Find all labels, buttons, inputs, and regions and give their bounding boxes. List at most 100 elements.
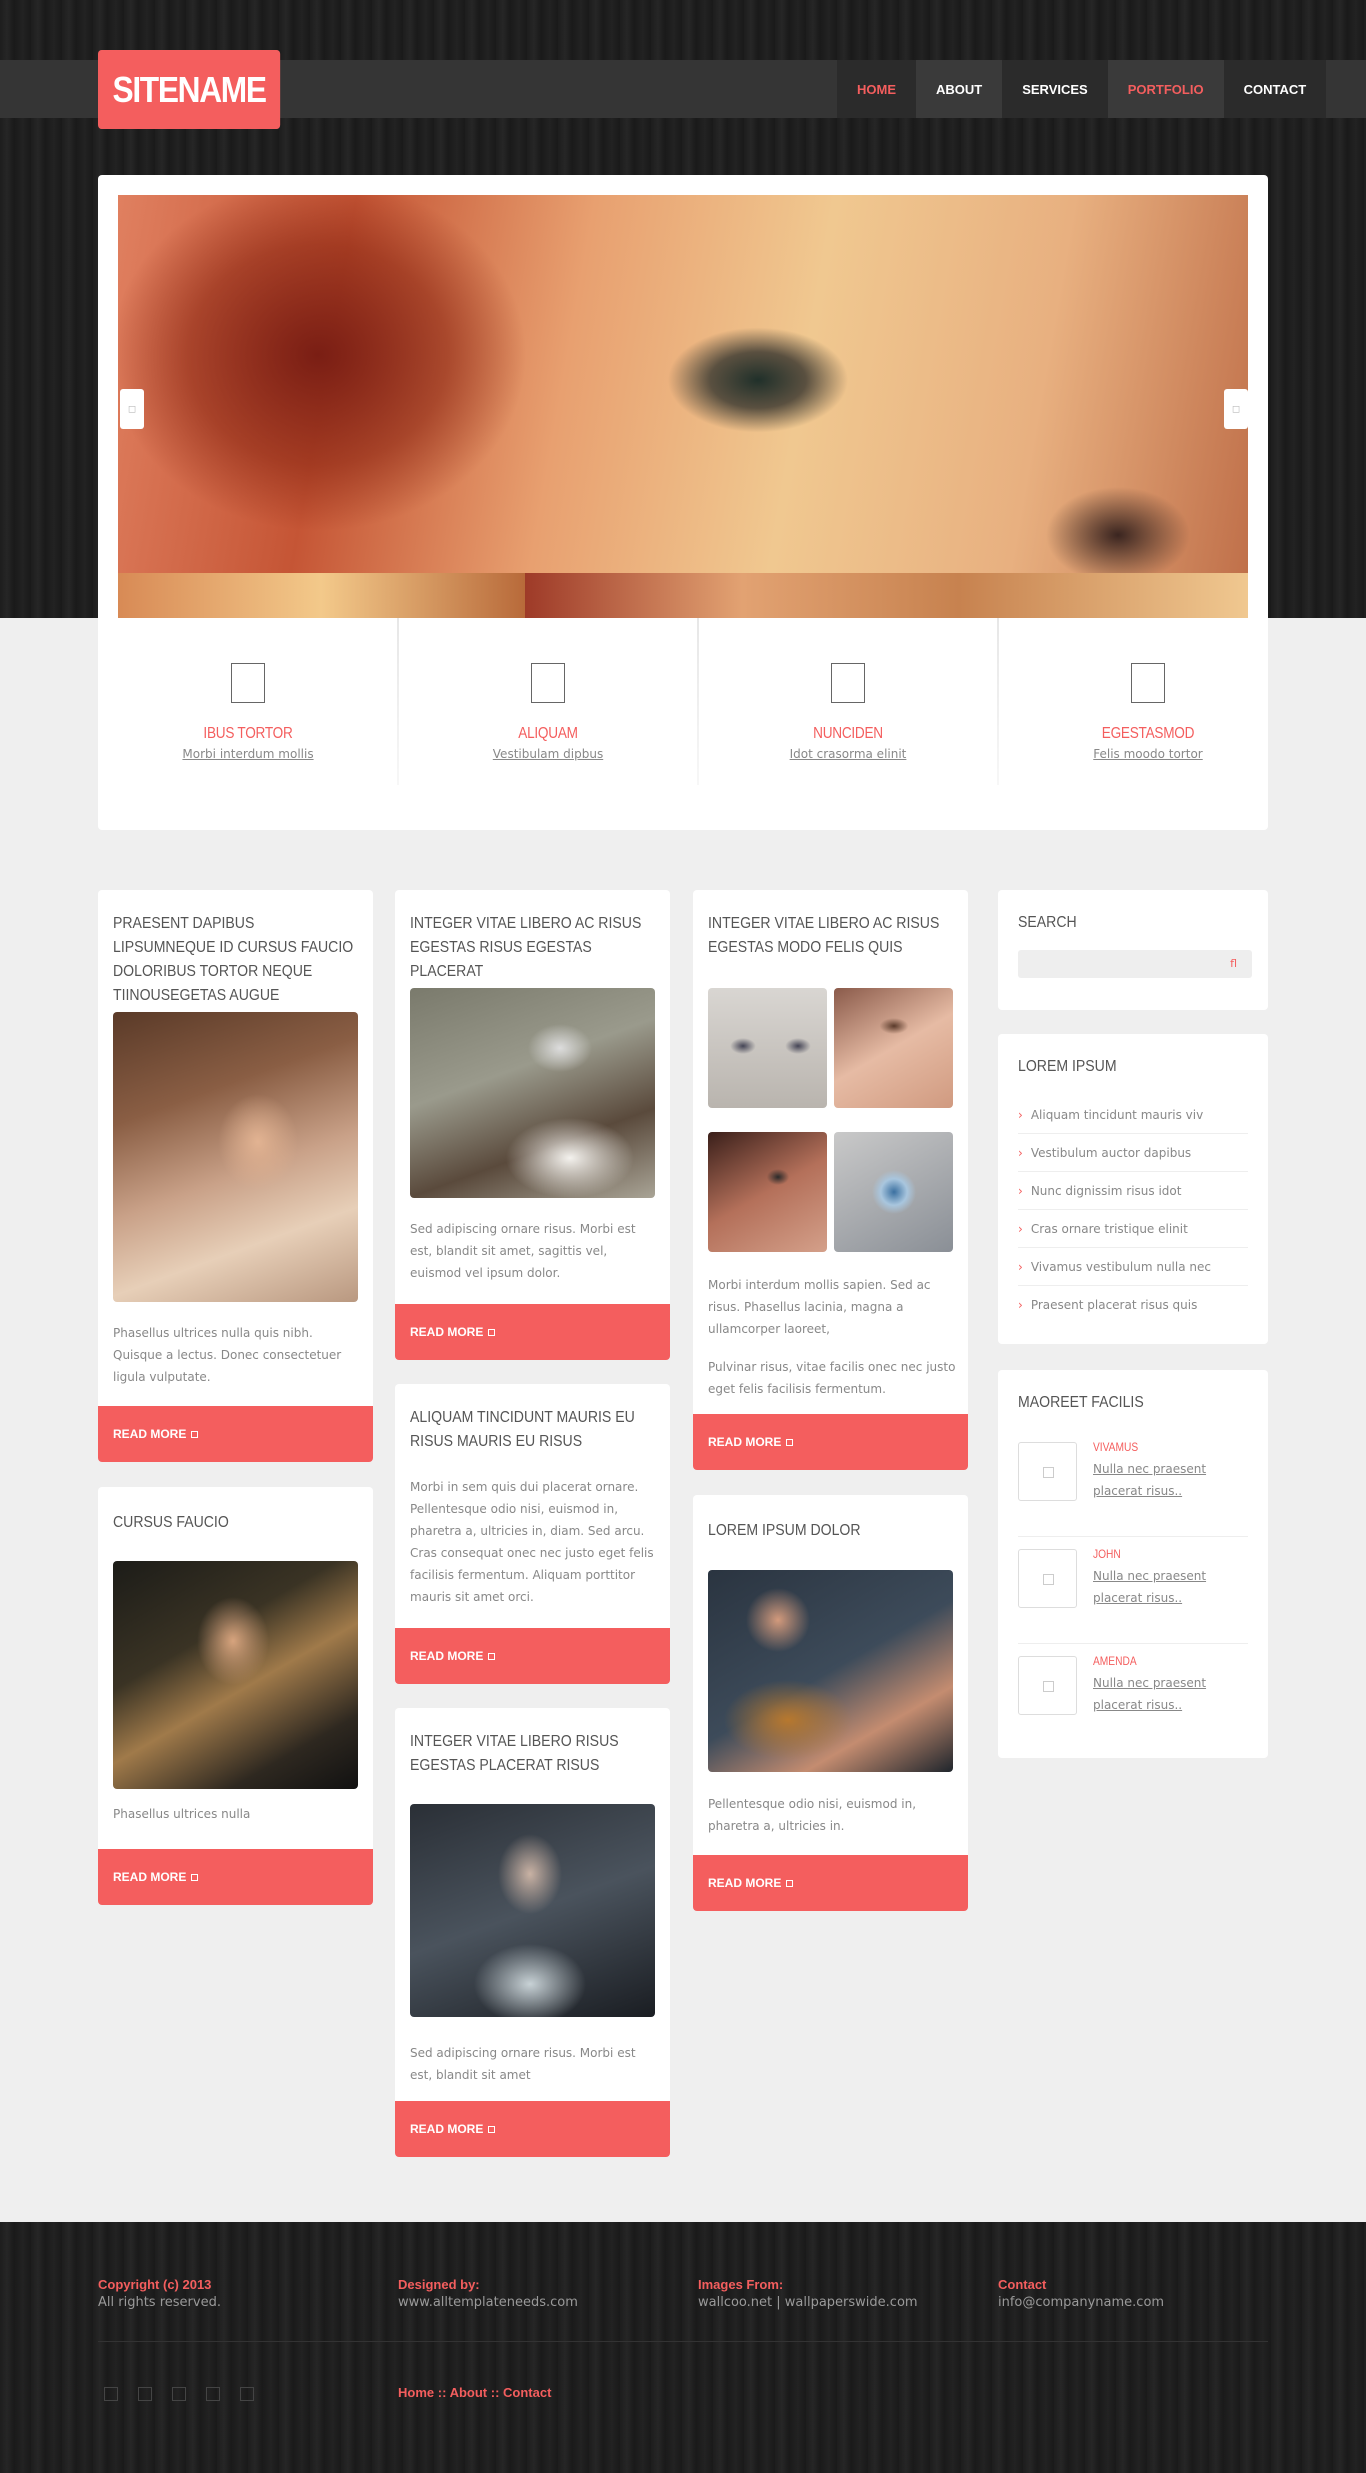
slider-image xyxy=(118,195,1248,573)
post-title[interactable]: INTEGER VITAE LIBERO AC RISUS EGESTAS RI… xyxy=(410,912,656,984)
feature-title: EGESTASMOD xyxy=(1101,725,1195,742)
post-excerpt: Phasellus ultrices nulla xyxy=(113,1807,251,1821)
list-item[interactable]: › Nunc dignissim risus idot xyxy=(1018,1172,1248,1210)
list-item[interactable]: › Vivamus vestibulum nulla nec xyxy=(1018,1248,1248,1286)
slider-thumbnail[interactable] xyxy=(525,573,1248,618)
feature-link[interactable]: Vestibulam dipbus xyxy=(398,747,698,761)
slider-thumbnail[interactable] xyxy=(118,573,525,618)
nav-contact[interactable]: CONTACT xyxy=(1223,60,1327,118)
list-item[interactable]: › Cras ornare tristique elinit xyxy=(1018,1210,1248,1248)
feature-icon xyxy=(231,663,265,703)
footer-link-home[interactable]: Home xyxy=(398,2385,434,2400)
chevron-right-icon: › xyxy=(1018,1259,1023,1274)
linkedin-icon[interactable] xyxy=(206,2387,220,2401)
read-more-button[interactable]: READ MORE xyxy=(395,1628,670,1684)
search-icon[interactable]: fl xyxy=(1230,957,1237,970)
twitter-icon[interactable] xyxy=(138,2387,152,2401)
post-title[interactable]: PRAESENT DAPIBUS LIPSUMNEQUE ID CURSUS F… xyxy=(113,912,359,1008)
post-image[interactable] xyxy=(113,1012,358,1302)
gallery-image[interactable] xyxy=(708,1132,827,1252)
read-more-button[interactable]: READ MORE xyxy=(395,2101,670,2157)
post-title[interactable]: LOREM IPSUM DOLOR xyxy=(708,1519,954,1543)
read-more-label: READ MORE xyxy=(113,1427,187,1441)
nav-home[interactable]: HOME xyxy=(837,60,916,118)
list-item[interactable]: › Praesent placerat risus quis xyxy=(1018,1286,1248,1324)
gallery-image[interactable] xyxy=(708,988,827,1108)
footer-link[interactable]: www.alltemplateneeds.com xyxy=(398,2295,678,2310)
feature-title: IBUS TORTOR xyxy=(203,725,293,742)
post-image[interactable] xyxy=(113,1561,358,1789)
person-link[interactable]: Nulla nec praesent placerat risus.. xyxy=(1093,1672,1223,1716)
arrow-icon xyxy=(488,1328,496,1336)
arrow-icon xyxy=(786,1438,794,1446)
avatar-placeholder-icon xyxy=(1043,1467,1054,1478)
gallery-image[interactable] xyxy=(834,1132,953,1252)
list-item[interactable]: › Aliquam tincidunt mauris viv xyxy=(1018,1096,1248,1134)
read-more-button[interactable]: READ MORE xyxy=(395,1304,670,1360)
post-excerpt: Pellentesque odio nisi, euismod in, phar… xyxy=(708,1797,917,1833)
post-card: ALIQUAM TINCIDUNT MAURIS EU RISUS MAURIS… xyxy=(395,1384,670,1684)
slider-next-button[interactable]: ◻ xyxy=(1224,389,1248,429)
list-item[interactable]: › Vestibulum auctor dapibus xyxy=(1018,1134,1248,1172)
post-image[interactable] xyxy=(410,988,655,1198)
read-more-button[interactable]: READ MORE xyxy=(98,1849,373,1905)
feature-icon xyxy=(531,663,565,703)
footer-link-contact[interactable]: Contact xyxy=(503,2385,551,2400)
person-link[interactable]: Nulla nec praesent placerat risus.. xyxy=(1093,1458,1223,1502)
gallery-image[interactable] xyxy=(834,988,953,1108)
arrow-icon xyxy=(488,1652,496,1660)
post-title[interactable]: INTEGER VITAE LIBERO RISUS EGESTAS PLACE… xyxy=(410,1730,656,1778)
facebook-icon[interactable] xyxy=(104,2387,118,2401)
google-plus-icon[interactable] xyxy=(172,2387,186,2401)
footer-link[interactable]: wallcoo.net | wallpaperswide.com xyxy=(698,2295,978,2310)
footer: Copyright (c) 2013 All rights reserved. … xyxy=(0,2222,1366,2473)
feature-link[interactable]: Idot crasorma elinit xyxy=(698,747,998,761)
feature-link[interactable]: Felis moodo tortor xyxy=(998,747,1298,761)
post-title[interactable]: INTEGER VITAE LIBERO AC RISUS EGESTAS MO… xyxy=(708,912,954,960)
nav-portfolio[interactable]: PORTFOLIO xyxy=(1107,60,1224,118)
read-more-button[interactable]: READ MORE xyxy=(693,1414,968,1470)
post-card: INTEGER VITAE LIBERO RISUS EGESTAS PLACE… xyxy=(395,1708,670,2157)
feature-title: NUNCIDEN xyxy=(813,725,883,742)
read-more-label: READ MORE xyxy=(708,1435,782,1449)
main-nav: HOME ABOUT SERVICES PORTFOLIO CONTACT xyxy=(837,60,1327,118)
footer-designed-by: Designed by: www.alltemplateneeds.com xyxy=(398,2277,678,2310)
post-excerpt: Pulvinar risus, vitae facilis onec nec j… xyxy=(708,1360,956,1396)
read-more-button[interactable]: READ MORE xyxy=(693,1855,968,1911)
footer-heading: Images From: xyxy=(698,2277,784,2292)
post-title[interactable]: CURSUS FAUCIO xyxy=(113,1511,359,1535)
footer-email[interactable]: info@companyname.com xyxy=(998,2295,1278,2310)
feature-icon xyxy=(1131,663,1165,703)
person-link[interactable]: Nulla nec praesent placerat risus.. xyxy=(1093,1565,1223,1609)
testimonial-item: VIVAMUS Nulla nec praesent placerat risu… xyxy=(1018,1430,1248,1537)
feature-link[interactable]: Morbi interdum mollis xyxy=(98,747,398,761)
feature-item: ALIQUAM Vestibulam dipbus xyxy=(398,618,699,785)
testimonial-item: AMENDA Nulla nec praesent placerat risus… xyxy=(1018,1644,1248,1751)
post-card: INTEGER VITAE LIBERO AC RISUS EGESTAS RI… xyxy=(395,890,670,1360)
widget-title: LOREM IPSUM xyxy=(1018,1058,1117,1075)
nav-about[interactable]: ABOUT xyxy=(916,60,1003,118)
read-more-label: READ MORE xyxy=(113,1870,187,1884)
post-card: LOREM IPSUM DOLOR Pellentesque odio nisi… xyxy=(693,1495,968,1911)
footer-link-about[interactable]: About xyxy=(450,2385,488,2400)
post-card: PRAESENT DAPIBUS LIPSUMNEQUE ID CURSUS F… xyxy=(98,890,373,1462)
read-more-button[interactable]: READ MORE xyxy=(98,1406,373,1462)
chevron-right-icon: › xyxy=(1018,1107,1023,1122)
footer-heading: Contact xyxy=(998,2277,1047,2292)
search-widget: SEARCH fl xyxy=(998,890,1268,1010)
slider-prev-button[interactable]: ◻ xyxy=(120,389,144,429)
search-input[interactable] xyxy=(1018,950,1252,978)
post-image[interactable] xyxy=(410,1804,655,2017)
footer-text: All rights reserved. xyxy=(98,2295,221,2310)
footer-link-separator: :: xyxy=(490,2385,500,2400)
footer-link-separator: :: xyxy=(437,2385,447,2400)
chevron-right-icon: › xyxy=(1018,1298,1023,1312)
person-name: JOHN xyxy=(1093,1547,1121,1561)
person-name: VIVAMUS xyxy=(1093,1440,1139,1454)
site-logo[interactable]: SITENAME xyxy=(98,50,281,129)
post-title[interactable]: ALIQUAM TINCIDUNT MAURIS EU RISUS MAURIS… xyxy=(410,1406,656,1454)
post-image[interactable] xyxy=(708,1570,953,1772)
nav-services[interactable]: SERVICES xyxy=(1002,60,1108,118)
post-excerpt: Morbi in sem quis dui placerat ornare. P… xyxy=(410,1480,654,1604)
rss-icon[interactable] xyxy=(240,2387,254,2401)
